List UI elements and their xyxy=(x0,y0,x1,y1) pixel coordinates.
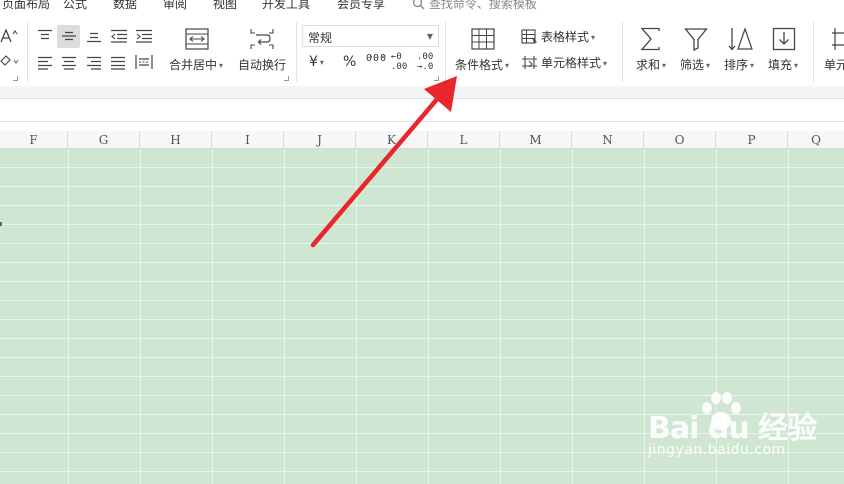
sort-label: 排序 xyxy=(724,58,749,72)
fill-dropdown-icon[interactable]: ▾ xyxy=(794,61,798,70)
decrease-decimal-button[interactable]: ←0.00 xyxy=(391,52,407,72)
column-header-p[interactable]: P xyxy=(716,131,788,149)
column-header-h[interactable]: H xyxy=(140,131,212,149)
filter-button[interactable]: 筛选 ▾ xyxy=(680,56,710,73)
sort-icon[interactable] xyxy=(728,27,754,51)
ribbon-toolbar: 合并居中 ▾ 自动换行 常规 ▼ ¥ ▾ % , , 000 ←0.00 .00 →.0… xyxy=(0,12,844,86)
filter-dropdown-icon[interactable]: ▾ xyxy=(706,61,710,70)
cell-button[interactable]: 单元 xyxy=(824,56,844,73)
command-search-placeholder: 查找命令、搜索模板 xyxy=(428,0,537,11)
currency-format-button[interactable]: ¥ ▾ xyxy=(309,54,324,70)
menu-page-layout[interactable]: 页面布局 xyxy=(2,0,50,12)
justify-icon[interactable] xyxy=(110,56,126,70)
column-header-l[interactable]: L xyxy=(428,131,500,149)
menu-bar: 页面布局 公式 数据 审阅 视图 开发工具 会员专享 查找命令、搜索模板 xyxy=(0,0,844,12)
menu-developer[interactable]: 开发工具 xyxy=(262,0,310,12)
align-right-icon[interactable] xyxy=(86,56,102,70)
increase-decimal-button[interactable]: .00 →.0 xyxy=(417,52,433,72)
column-header-n[interactable]: N xyxy=(572,131,644,149)
column-header-row: F G H I J K L M N O P Q xyxy=(0,131,844,149)
menu-view[interactable]: 视图 xyxy=(213,0,237,12)
conditional-format-dropdown-icon[interactable]: ▾ xyxy=(505,61,509,70)
align-bottom-icon[interactable] xyxy=(86,29,102,43)
conditional-format-label: 条件格式 xyxy=(455,58,504,72)
sum-dropdown-icon[interactable]: ▾ xyxy=(662,61,666,70)
column-header-o[interactable]: O xyxy=(644,131,716,149)
table-style-icon xyxy=(521,29,537,44)
column-header-k[interactable]: K xyxy=(356,131,428,149)
watermark-url: jingyan.baidu.com xyxy=(648,442,786,458)
thousands-format-button[interactable]: , , 000 xyxy=(366,50,387,64)
sum-label: 求和 xyxy=(636,58,661,72)
merge-center-icon[interactable] xyxy=(185,28,209,50)
search-icon xyxy=(412,0,425,10)
merge-center-label: 合并居中 xyxy=(169,58,218,72)
auto-wrap-button[interactable]: 自动换行 xyxy=(238,56,286,73)
cell-cursor-mark xyxy=(0,222,2,226)
percent-format-button[interactable]: % xyxy=(343,54,356,70)
distributed-icon[interactable] xyxy=(135,54,153,70)
currency-symbol: ¥ xyxy=(309,54,318,70)
formula-bar[interactable] xyxy=(0,98,844,122)
menu-review[interactable]: 审阅 xyxy=(163,0,187,12)
increase-decimal-symbol: .0 xyxy=(422,62,434,72)
column-header-g[interactable]: G xyxy=(68,131,140,149)
column-header-m[interactable]: M xyxy=(500,131,572,149)
clear-format-icon[interactable] xyxy=(0,55,20,67)
number-format-dropdown[interactable]: 常规 ▼ xyxy=(302,25,439,47)
filter-label: 筛选 xyxy=(680,58,705,72)
align-middle-icon[interactable] xyxy=(61,29,77,43)
indent-decrease-icon[interactable] xyxy=(110,29,128,43)
cell-style-dropdown-icon[interactable]: ▾ xyxy=(603,59,607,68)
sum-icon[interactable] xyxy=(640,27,662,51)
sort-button[interactable]: 排序 ▾ xyxy=(724,56,754,73)
fill-icon[interactable] xyxy=(772,27,796,51)
merge-center-button[interactable]: 合并居中 ▾ xyxy=(169,56,223,73)
cell-icon[interactable] xyxy=(831,27,844,51)
sum-button[interactable]: 求和 ▾ xyxy=(636,56,666,73)
table-style-label: 表格样式 xyxy=(541,30,590,44)
command-search[interactable]: 查找命令、搜索模板 xyxy=(412,0,537,12)
ribbon-divider xyxy=(0,86,844,98)
cell-style-label: 单元格样式 xyxy=(541,56,602,70)
sort-dropdown-icon[interactable]: ▾ xyxy=(750,61,754,70)
decrease-decimal-symbol: .00 xyxy=(391,62,408,72)
font-increase-icon[interactable] xyxy=(0,29,18,43)
currency-dropdown-icon[interactable]: ▾ xyxy=(320,58,324,67)
column-header-i[interactable]: I xyxy=(212,131,284,149)
align-left-icon[interactable] xyxy=(37,56,53,70)
conditional-format-icon[interactable] xyxy=(471,28,495,50)
auto-wrap-icon[interactable] xyxy=(250,28,274,50)
number-format-value: 常规 xyxy=(308,31,333,45)
baidu-jingyan-watermark: Bai du 经验 jingyan.baidu.com xyxy=(648,392,844,473)
align-top-icon[interactable] xyxy=(37,29,53,43)
watermark-brand: Bai du 经验 xyxy=(648,411,817,446)
table-style-dropdown-icon[interactable]: ▾ xyxy=(591,33,595,42)
table-style-button[interactable]: 表格样式 ▾ xyxy=(521,28,595,45)
filter-icon[interactable] xyxy=(684,27,708,51)
column-header-q[interactable]: Q xyxy=(788,131,844,149)
column-header-j[interactable]: J xyxy=(284,131,356,149)
merge-center-dropdown-icon[interactable]: ▾ xyxy=(219,61,223,70)
fill-label: 填充 xyxy=(768,58,793,72)
menu-data[interactable]: 数据 xyxy=(113,0,137,12)
align-center-icon[interactable] xyxy=(61,56,77,70)
menu-member[interactable]: 会员专享 xyxy=(337,0,385,12)
indent-increase-icon[interactable] xyxy=(135,29,153,43)
cell-style-button[interactable]: 单元格样式 ▾ xyxy=(521,54,607,71)
column-header-f[interactable]: F xyxy=(0,131,68,149)
fill-button[interactable]: 填充 ▾ xyxy=(768,56,798,73)
chevron-down-icon: ▼ xyxy=(426,32,433,41)
menu-formula[interactable]: 公式 xyxy=(63,0,87,12)
cell-style-icon xyxy=(522,56,537,69)
conditional-format-button[interactable]: 条件格式 ▾ xyxy=(455,56,509,73)
